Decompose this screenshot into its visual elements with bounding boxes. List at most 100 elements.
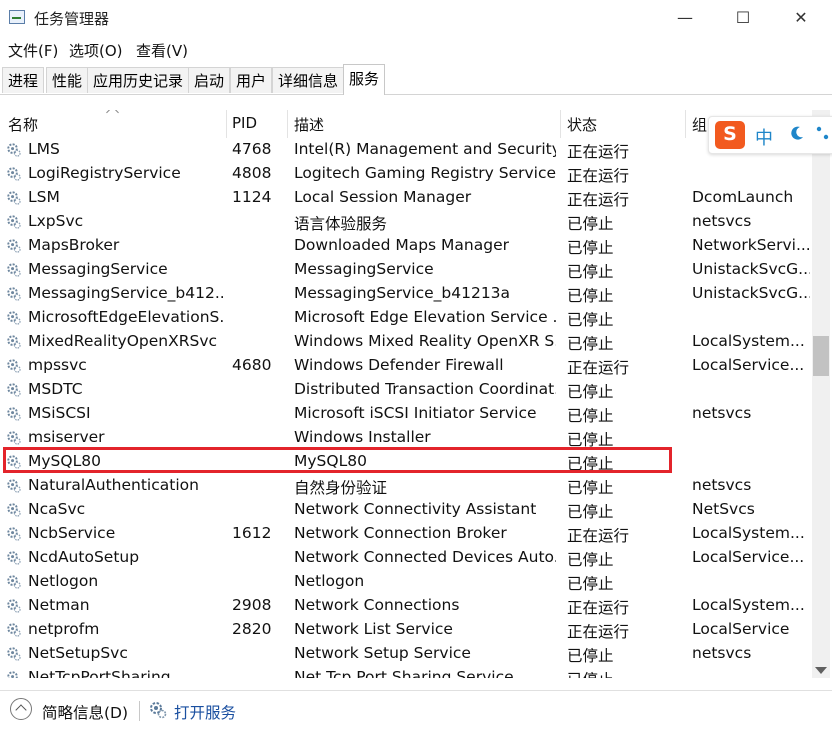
- table-row[interactable]: MSDTC Distributed Transaction Coordinat..…: [0, 378, 812, 402]
- tab-processes[interactable]: 进程: [2, 67, 45, 93]
- column-header-name[interactable]: 名称: [8, 114, 38, 135]
- service-description: Network Connection Broker: [294, 524, 507, 542]
- menu-options[interactable]: 选项(O): [69, 40, 123, 61]
- sort-up-icon: [106, 110, 119, 119]
- service-description: Microsoft Edge Elevation Service ...: [294, 308, 556, 326]
- table-row[interactable]: NaturalAuthentication 自然身份验证 已停止 netsvcs: [0, 474, 812, 498]
- service-gear-icon: [7, 383, 21, 397]
- footer: 简略信息(D) 打开服务: [0, 694, 832, 734]
- minimize-button[interactable]: —: [665, 6, 705, 30]
- scrollbar-thumb[interactable]: [813, 336, 829, 376]
- scroll-down-arrow-icon[interactable]: [815, 667, 827, 674]
- service-gear-icon: [7, 647, 21, 661]
- service-pid: 4680: [232, 356, 272, 374]
- service-group: LocalSystem...: [692, 596, 805, 614]
- column-header-description[interactable]: 描述: [294, 114, 324, 135]
- table-row[interactable]: LMS 4768 Intel(R) Management and Security.…: [0, 138, 812, 162]
- service-group: LocalSystem...: [692, 332, 805, 350]
- service-gear-icon: [7, 239, 21, 253]
- service-status: 正在运行: [567, 527, 630, 545]
- service-pid: 1124: [232, 188, 272, 206]
- service-description: Downloaded Maps Manager: [294, 236, 510, 254]
- column-header-status[interactable]: 状态: [567, 114, 597, 135]
- moon-icon[interactable]: [789, 125, 805, 141]
- service-status: 正在运行: [567, 143, 630, 161]
- open-services-link[interactable]: 打开服务: [174, 701, 236, 723]
- tab-app-history[interactable]: 应用历史记录: [87, 67, 190, 93]
- service-name: MapsBroker: [28, 236, 120, 254]
- service-status: 已停止: [567, 575, 614, 593]
- sogou-logo-icon[interactable]: S: [715, 121, 745, 149]
- service-group: netsvcs: [692, 404, 752, 422]
- service-group: UnistackSvcG...: [692, 260, 810, 278]
- service-name: LogiRegistryService: [28, 164, 181, 182]
- table-row[interactable]: MicrosoftEdgeElevationS... Microsoft Edge…: [0, 306, 812, 330]
- service-name: MicrosoftEdgeElevationS...: [28, 308, 224, 326]
- table-row[interactable]: netprofm 2820 Network List Service 正在运行 Loca…: [0, 618, 812, 642]
- table-row[interactable]: NcbService 1612 Network Connection Broker 正…: [0, 522, 812, 546]
- list-header: 名称 PID 描述 状态 组: [0, 110, 812, 138]
- table-row[interactable]: Netlogon Netlogon 已停止: [0, 570, 812, 594]
- service-name: NetSetupSvc: [28, 644, 128, 662]
- table-row[interactable]: MessagingService_b412... MessagingService…: [0, 282, 812, 306]
- table-row[interactable]: LSM 1124 Local Session Manager 正在运行 DcomLaun…: [0, 186, 812, 210]
- service-description: Microsoft iSCSI Initiator Service: [294, 404, 537, 422]
- service-status: 已停止: [567, 215, 614, 233]
- column-divider[interactable]: [226, 110, 227, 138]
- column-divider[interactable]: [685, 110, 686, 138]
- tab-services[interactable]: 服务: [343, 64, 386, 95]
- menu-view[interactable]: 查看(V): [136, 40, 188, 61]
- service-status: 已停止: [567, 647, 614, 665]
- service-gear-icon: [7, 191, 21, 205]
- column-divider[interactable]: [560, 110, 561, 138]
- service-status: 正在运行: [567, 167, 630, 185]
- tab-details[interactable]: 详细信息: [272, 67, 345, 93]
- service-status: 正在运行: [567, 191, 630, 209]
- tab-performance[interactable]: 性能: [46, 67, 89, 93]
- footer-divider: [0, 690, 832, 691]
- service-pid: 2820: [232, 620, 272, 638]
- table-row[interactable]: MixedRealityOpenXRSvc Windows Mixed Reali…: [0, 330, 812, 354]
- service-status: 正在运行: [567, 623, 630, 641]
- task-manager-icon: [9, 10, 25, 24]
- table-row[interactable]: NetSetupSvc Network Setup Service 已停止 netsv…: [0, 642, 812, 666]
- service-status: 已停止: [567, 479, 614, 497]
- table-row[interactable]: LxpSvc 语言体验服务 已停止 netsvcs: [0, 210, 812, 234]
- tab-startup[interactable]: 启动: [188, 67, 231, 93]
- service-description: Distributed Transaction Coordinat...: [294, 380, 556, 398]
- services-list: 名称 PID 描述 状态 组 LMS 4768 Intel(R) Managemen…: [0, 110, 812, 678]
- service-pid: 4808: [232, 164, 272, 182]
- tab-users[interactable]: 用户: [230, 67, 273, 93]
- table-row[interactable]: MSiSCSI Microsoft iSCSI Initiator Service…: [0, 402, 812, 426]
- column-divider[interactable]: [287, 110, 288, 138]
- collapse-up-icon[interactable]: [10, 698, 32, 720]
- service-name: Netman: [28, 596, 90, 614]
- vertical-scrollbar[interactable]: [812, 110, 830, 678]
- red-highlight-box: [3, 447, 672, 473]
- service-pid: 4768: [232, 140, 272, 158]
- table-row[interactable]: mpssvc 4680 Windows Defender Firewall 正在运行 L…: [0, 354, 812, 378]
- table-row[interactable]: MessagingService MessagingService 已停止 Unist…: [0, 258, 812, 282]
- services-gear-icon[interactable]: [148, 700, 168, 720]
- service-gear-icon: [7, 623, 21, 637]
- table-row[interactable]: Netman 2908 Network Connections 正在运行 LocalSy…: [0, 594, 812, 618]
- table-row[interactable]: NcaSvc Network Connectivity Assistant 已停止 N…: [0, 498, 812, 522]
- column-header-pid[interactable]: PID: [232, 114, 257, 132]
- service-description: Net.Tcp Port Sharing Service: [294, 668, 514, 678]
- fewer-details-link[interactable]: 简略信息(D): [42, 701, 128, 723]
- service-group: netsvcs: [692, 212, 752, 230]
- close-button[interactable]: ✕: [781, 6, 821, 30]
- tab-bar: 进程 性能 应用历史记录 启动 用户 详细信息 服务: [0, 64, 832, 95]
- punctuation-icon[interactable]: [815, 125, 831, 143]
- table-row[interactable]: NcdAutoSetup Network Connected Devices Au…: [0, 546, 812, 570]
- ime-chinese-mode[interactable]: 中: [755, 124, 773, 150]
- table-row[interactable]: LogiRegistryService 4808 Logitech Gaming R…: [0, 162, 812, 186]
- service-gear-icon: [7, 359, 21, 373]
- maximize-button[interactable]: ☐: [723, 6, 763, 30]
- table-row[interactable]: MapsBroker Downloaded Maps Manager 已停止 Netw…: [0, 234, 812, 258]
- service-group: LocalService...: [692, 548, 805, 566]
- ime-toolbar[interactable]: S 中: [708, 116, 832, 154]
- column-header-group[interactable]: 组: [692, 114, 707, 135]
- menu-file[interactable]: 文件(F): [8, 40, 58, 61]
- table-row[interactable]: NetTcpPortSharing Net.Tcp Port Sharing Se…: [0, 666, 812, 678]
